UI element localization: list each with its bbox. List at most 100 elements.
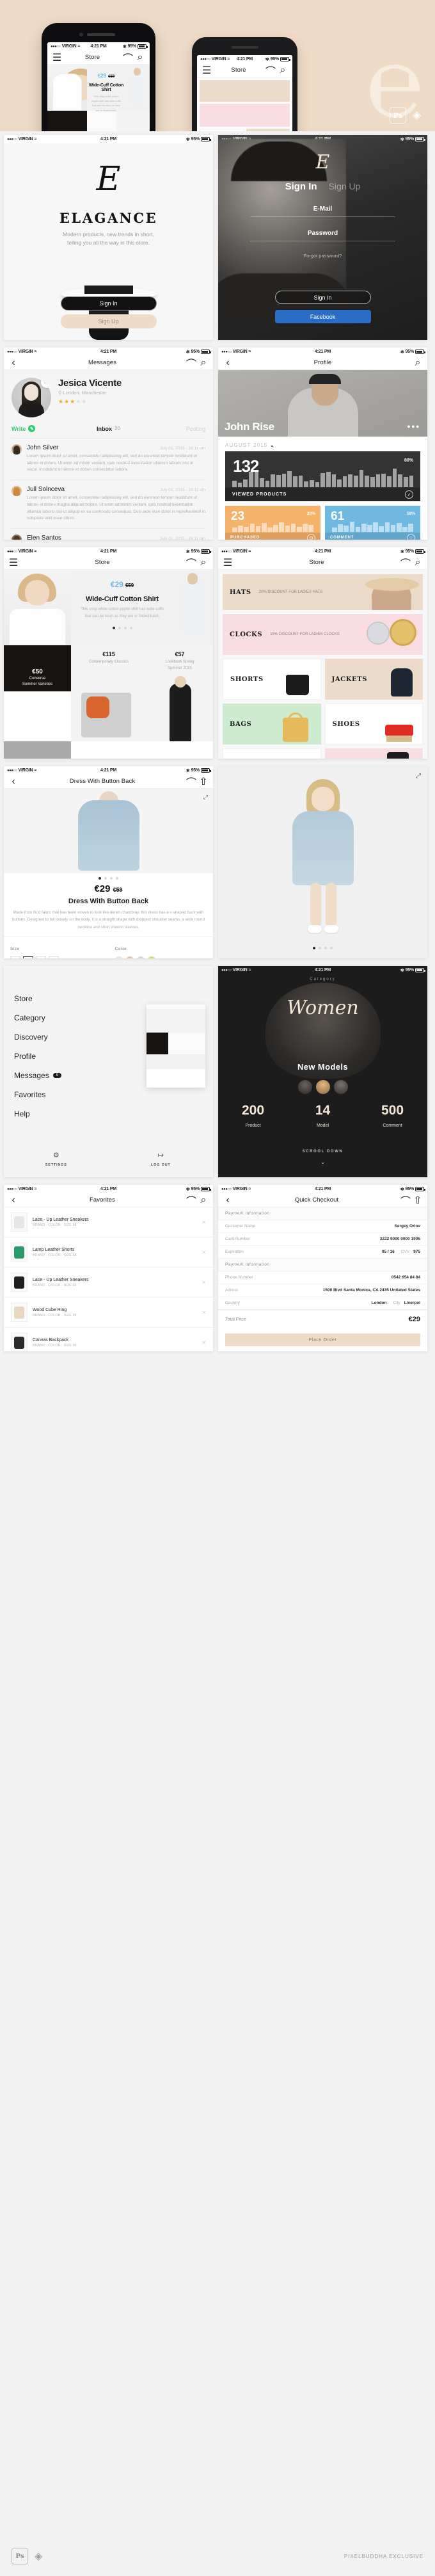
list-item[interactable]: Lamp Leather Shorts BRAND · COLOR · SIZE …	[4, 1237, 213, 1268]
avatar[interactable]	[333, 1080, 348, 1094]
color-swatch[interactable]	[136, 956, 145, 958]
category-clocks-preview[interactable]	[200, 104, 290, 127]
remove-icon[interactable]: ✕	[202, 1280, 206, 1285]
avatar[interactable]	[297, 1080, 312, 1094]
size-selector[interactable]: Size XS S M L	[4, 937, 109, 958]
tile-converse[interactable]: €50 Converse Summer Varieties	[4, 645, 71, 691]
scroll-down-hint[interactable]: SCROOL DOWN ⌄	[218, 1144, 427, 1166]
search-icon[interactable]: ⌕	[136, 50, 144, 65]
color-swatch[interactable]	[147, 956, 155, 958]
category-jeans[interactable]: JEANS	[324, 748, 423, 759]
expand-icon[interactable]: ⤢	[416, 773, 421, 780]
tile-thumb[interactable]	[87, 111, 116, 131]
menu-item-help[interactable]: Help	[14, 1104, 203, 1123]
category-jackets[interactable]: JACKETS	[324, 659, 423, 700]
list-item[interactable]: Elen SantosJuly 01, 2015 - 18:11 am Lore…	[12, 528, 205, 540]
remove-icon[interactable]: ✕	[202, 1340, 206, 1346]
tile-thumb[interactable]	[116, 111, 150, 131]
stat-card-viewed[interactable]: 132 80% VIEWED PRODUCTS ✓	[225, 451, 420, 501]
bag-icon[interactable]: ⌒	[265, 63, 276, 78]
more-options-icon[interactable]: ●●●	[407, 423, 420, 430]
back-icon[interactable]: ‹	[224, 1195, 232, 1206]
field-address[interactable]: Adress 1500 Blvd Santa Monica, CA 2435 U…	[218, 1284, 427, 1297]
search-icon[interactable]: ⌕	[414, 357, 422, 369]
settings-button[interactable]: ⚙ SETTINGS	[4, 1149, 109, 1167]
carousel-pager[interactable]	[218, 947, 427, 949]
bag-icon[interactable]: ⌒	[400, 555, 411, 570]
stat-card-purchased[interactable]: 23 20% PURCHASED ◷	[225, 506, 320, 540]
list-item[interactable]: John Silver July 01, 2015 - 18:11 am Lore…	[12, 438, 205, 479]
sign-in-button[interactable]: Sign In	[274, 291, 371, 304]
back-icon[interactable]: ‹	[10, 776, 17, 787]
bag-icon[interactable]: ⌒	[186, 355, 196, 371]
category-clocks[interactable]: CLOCKS 15% DISCOUNT FOR LADIES CLOCKS	[223, 614, 423, 655]
tile-lookbook-2[interactable]: €79 Lookbook SpringSummer 2015	[4, 741, 71, 759]
field-country-city[interactable]: Country London City Liverpol	[218, 1297, 427, 1310]
size-option[interactable]: S	[23, 956, 33, 958]
list-item[interactable]: Lace - Up Leather Sneakers BRAND · COLOR …	[4, 1207, 213, 1237]
hamburger-icon[interactable]: ☰	[223, 556, 232, 569]
back-icon[interactable]: ‹	[10, 357, 17, 369]
sign-in-button[interactable]: Sign In	[60, 296, 157, 310]
list-item[interactable]: Jull Solnceva July 01, 2015 - 18:11 am Lo…	[12, 479, 205, 528]
size-option[interactable]: XS	[10, 956, 20, 958]
search-icon[interactable]: ⌕	[279, 63, 287, 78]
promo-banner[interactable]: €29 €59 Wide-Cuff Cotton Shirt This crisp…	[47, 65, 150, 112]
field-customer-name[interactable]: Customer Name Sergey Orlov	[218, 1220, 427, 1233]
tab-sign-up[interactable]: Sign Up	[329, 181, 361, 191]
carousel-pager[interactable]	[71, 626, 173, 629]
tile-lookbook-1[interactable]: €57 Lookbook Spring Summer 2015	[146, 645, 213, 741]
category-bags[interactable]: BAGS	[223, 704, 321, 745]
back-icon[interactable]: ‹	[224, 357, 232, 369]
field-card-number[interactable]: Card Number 3222 9000 0000 1905	[218, 1233, 427, 1246]
inbox-tab[interactable]: Inbox 20	[76, 426, 141, 432]
size-option[interactable]: L	[49, 956, 59, 958]
sign-up-button[interactable]: Sign Up	[60, 314, 157, 328]
color-swatch[interactable]	[125, 956, 134, 958]
product-image[interactable]: ⤢	[4, 789, 213, 873]
remove-icon[interactable]: ✕	[202, 1220, 206, 1225]
color-swatch[interactable]	[115, 956, 123, 958]
password-field[interactable]: Password	[250, 230, 395, 241]
category-shorts[interactable]: SHORTS	[223, 659, 321, 700]
posting-tab[interactable]: Posting	[141, 426, 205, 432]
hamburger-icon[interactable]: ☰	[202, 64, 211, 77]
field-phone-number[interactable]: Phone Number 0542 654 84 84	[218, 1271, 427, 1284]
color-selector[interactable]: Color	[109, 937, 214, 958]
month-selector[interactable]: AUGUST 2015 ⌄	[218, 437, 427, 451]
search-icon[interactable]: ⌕	[414, 555, 422, 570]
menu-item-favorites[interactable]: Favorites	[14, 1085, 203, 1104]
facebook-login-button[interactable]: Facebook	[274, 310, 371, 323]
list-item[interactable]: Canvas Backpack BRAND · COLOR · SIZE 38 ✕	[4, 1328, 213, 1351]
tile-classics[interactable]: €115 Contemporary Classics	[71, 645, 146, 741]
list-item[interactable]: Lace - Up Leather Sneakers BRAND · COLOR …	[4, 1268, 213, 1298]
expand-icon[interactable]: ⤢	[203, 794, 208, 801]
list-item[interactable]: Wood Cube Ring BRAND · COLOR · SIZE 38 ✕	[4, 1298, 213, 1328]
email-field[interactable]: E-Mail	[250, 205, 395, 217]
field-expiration[interactable]: Expiration 05 / 16 CVV 975	[218, 1246, 427, 1259]
search-icon[interactable]: ⌕	[200, 1193, 207, 1208]
category-hats[interactable]: HATS 20% DISCOUNT FOR LADIES HATS	[223, 574, 423, 610]
tile-thumb[interactable]	[47, 111, 87, 131]
write-button[interactable]: Write ✎	[12, 425, 76, 432]
category-hats-preview[interactable]	[200, 80, 290, 102]
bag-icon[interactable]: ⌒	[186, 774, 196, 789]
promo-banner[interactable]: €29 €59 Wide-Cuff Cotton Shirt This crisp…	[4, 570, 213, 645]
remove-icon[interactable]: ✕	[202, 1310, 206, 1316]
bag-icon[interactable]: ⌒	[123, 50, 133, 65]
back-icon[interactable]: ‹	[10, 1195, 17, 1206]
search-icon[interactable]: ⌕	[200, 355, 207, 371]
category-shoes[interactable]: SHOES	[324, 704, 423, 745]
place-order-button[interactable]: Place Order	[225, 1333, 420, 1346]
forgot-password-link[interactable]: Forgot password?	[218, 253, 427, 259]
search-icon[interactable]: ⌕	[200, 555, 207, 570]
stat-card-comment[interactable]: 61 59% COMMENT!	[325, 506, 420, 540]
category-glass[interactable]: GLASS	[223, 748, 321, 759]
bag-icon[interactable]: ⌒	[186, 555, 196, 570]
hamburger-icon[interactable]: ☰	[9, 556, 18, 569]
share-icon[interactable]: ⇧	[199, 774, 207, 789]
remove-icon[interactable]: ✕	[202, 1250, 206, 1255]
share-icon[interactable]: ⇧	[413, 1193, 422, 1208]
bag-icon[interactable]: ⌒	[186, 1193, 196, 1208]
bag-icon[interactable]: ⌒	[400, 1193, 411, 1208]
